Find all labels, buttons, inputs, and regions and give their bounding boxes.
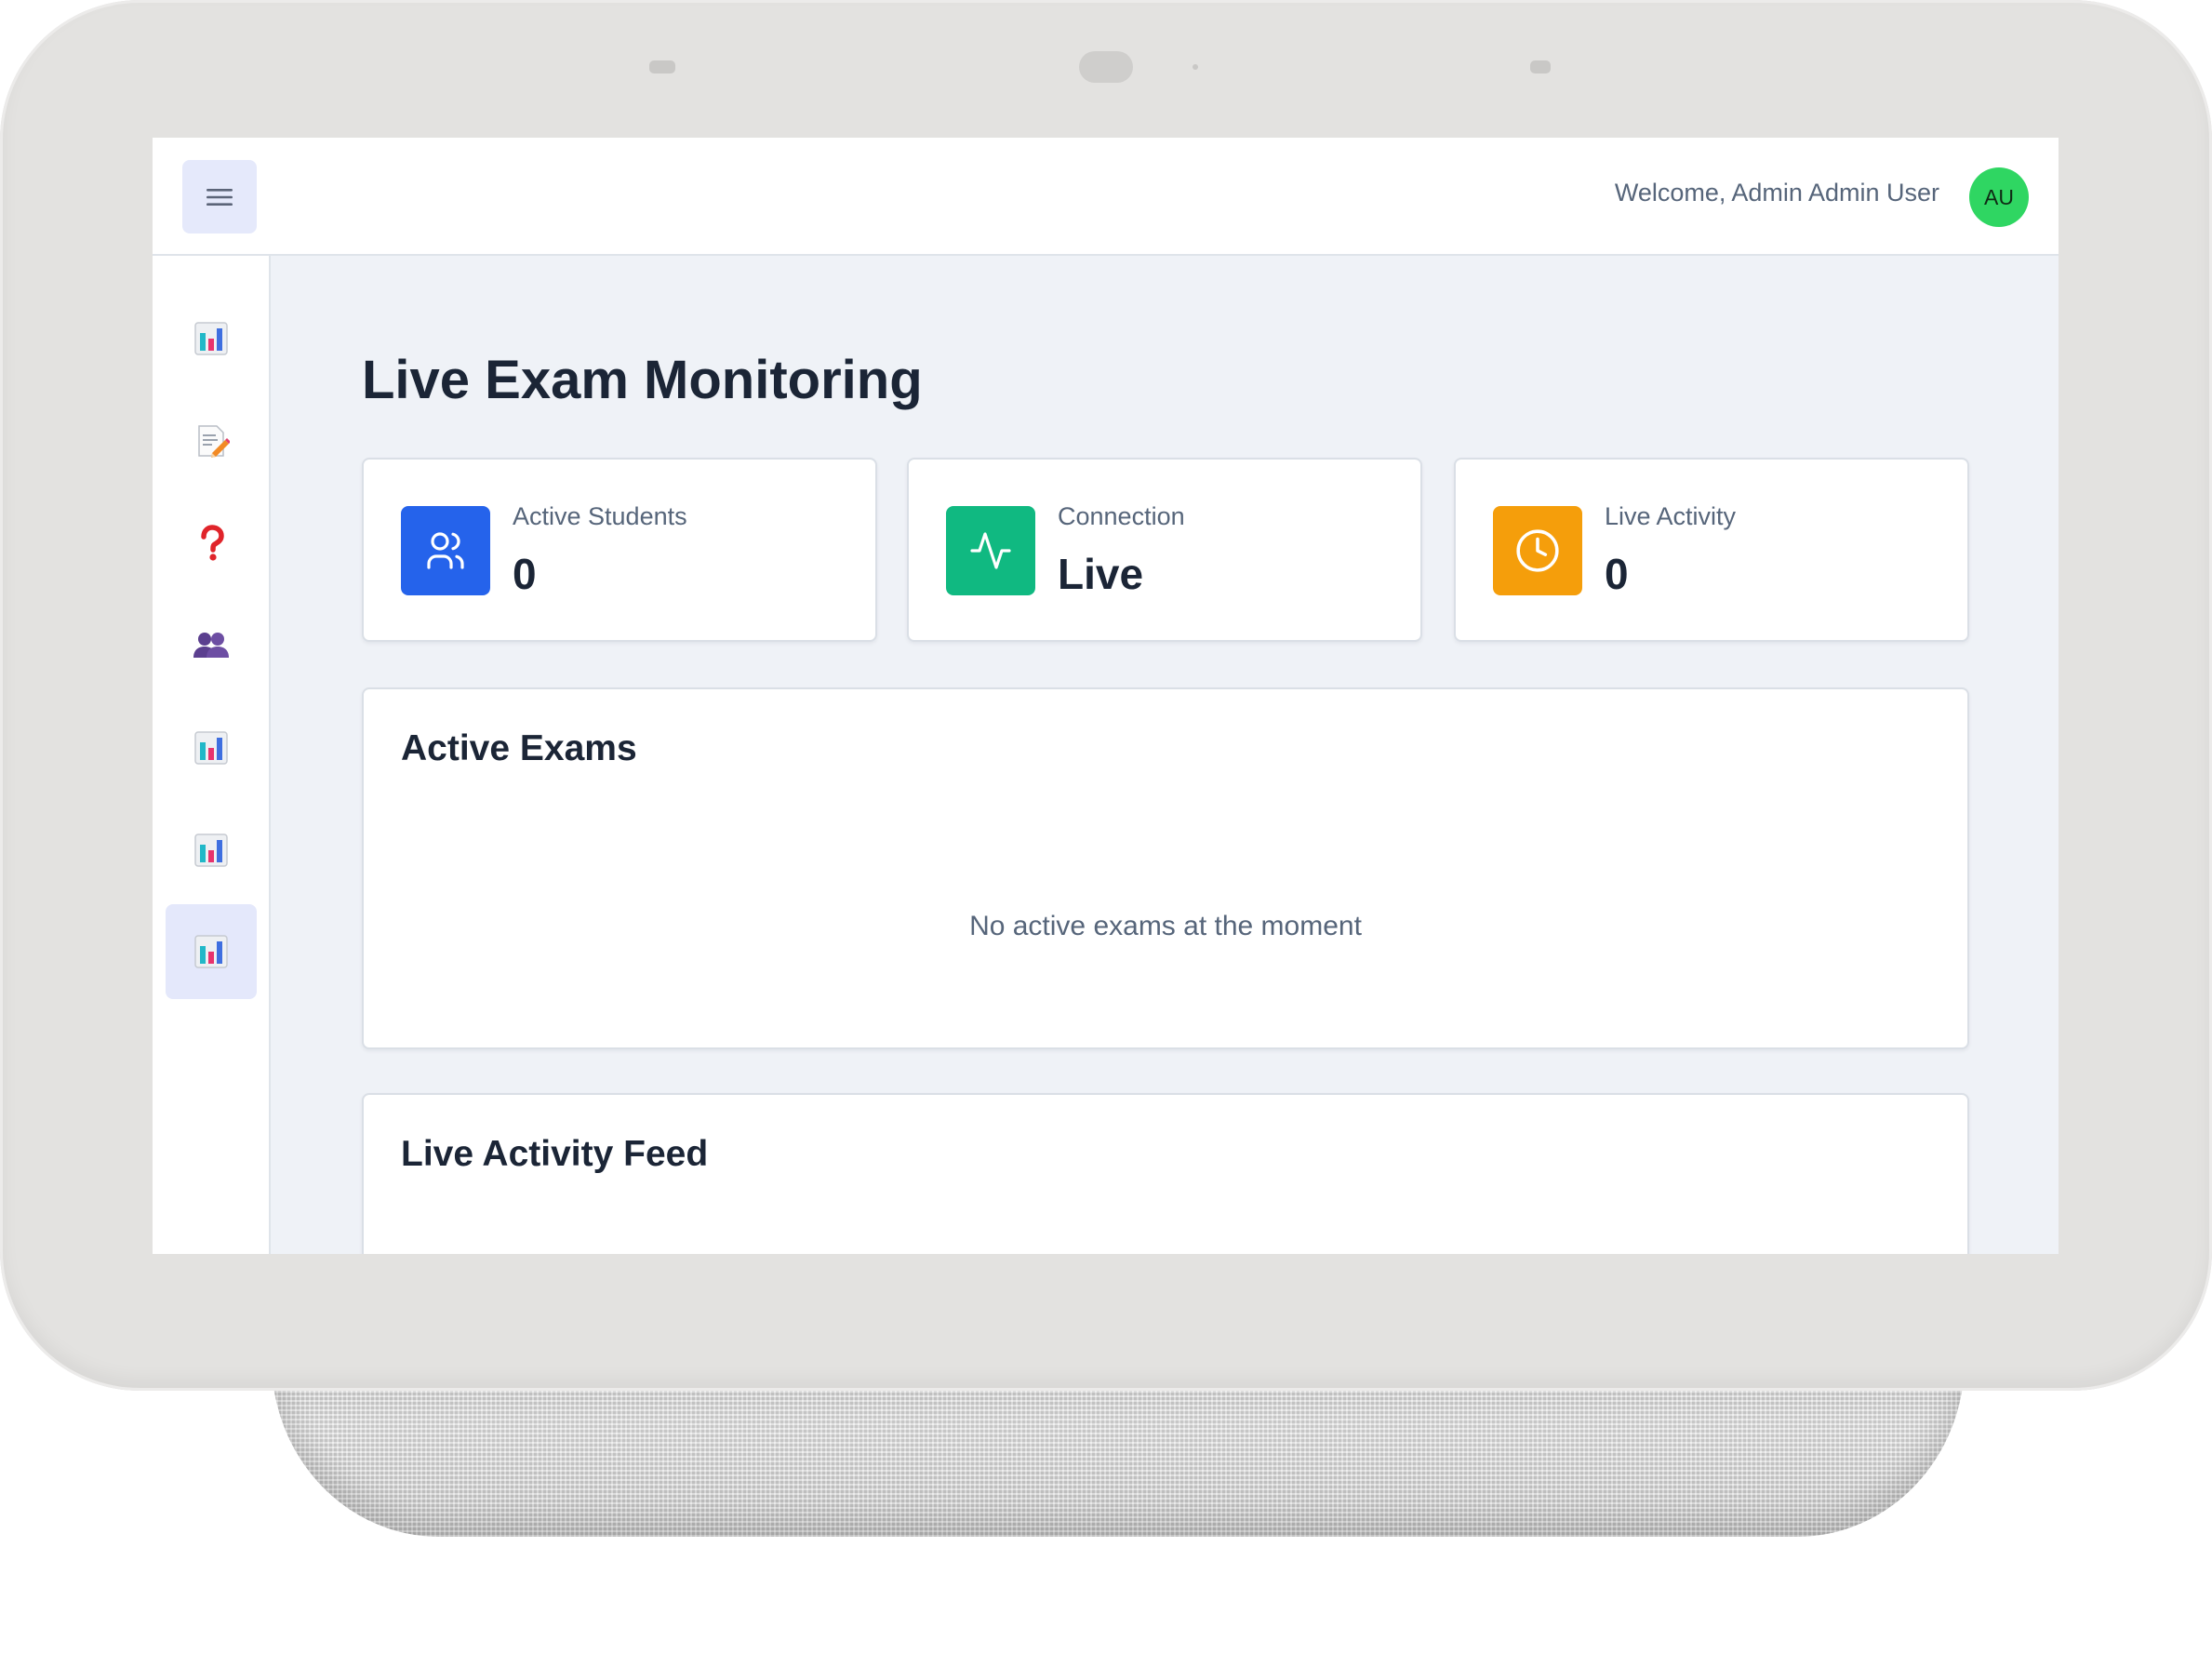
stat-card-connection: Connection Live bbox=[907, 458, 1422, 642]
sidebar-item-dashboard[interactable] bbox=[166, 291, 257, 386]
users-icon bbox=[427, 532, 464, 569]
sidebar-item-live-monitoring[interactable] bbox=[166, 904, 257, 999]
live-activity-feed-panel: Live Activity Feed bbox=[362, 1093, 1969, 1254]
sidebar-item-exams[interactable] bbox=[166, 393, 257, 488]
users-icon bbox=[193, 633, 229, 658]
ambient-sensor bbox=[649, 60, 675, 73]
sidebar-item-analytics[interactable] bbox=[166, 803, 257, 898]
sidebar-item-reports[interactable] bbox=[166, 700, 257, 795]
bar-chart-icon bbox=[194, 834, 228, 867]
device-bezel: Welcome, Admin Admin User AU Live Exam M… bbox=[0, 0, 2212, 1391]
question-mark-icon bbox=[201, 525, 224, 561]
active-exams-panel: Active Exams No active exams at the mome… bbox=[362, 687, 1969, 1049]
bar-chart-icon bbox=[194, 322, 228, 355]
hamburger-icon bbox=[207, 188, 233, 206]
stat-card-live-activity: Live Activity 0 bbox=[1454, 458, 1969, 642]
avatar[interactable]: AU bbox=[1969, 167, 2029, 227]
stat-label: Active Students bbox=[513, 502, 687, 530]
panel-title: Active Exams bbox=[401, 728, 637, 768]
stat-icon-box bbox=[401, 506, 490, 595]
stat-card-active-students: Active Students 0 bbox=[362, 458, 877, 642]
stat-icon-box bbox=[1493, 506, 1582, 595]
clock-icon bbox=[1516, 529, 1559, 572]
stat-value: 0 bbox=[513, 550, 537, 598]
page-title: Live Exam Monitoring bbox=[362, 350, 923, 410]
device-screen: Welcome, Admin Admin User AU Live Exam M… bbox=[153, 138, 2059, 1254]
main-content: Live Exam Monitoring Active Students 0 C… bbox=[271, 256, 2059, 1254]
light-sensor bbox=[1530, 60, 1551, 73]
activity-icon bbox=[970, 532, 1011, 569]
panel-title: Live Activity Feed bbox=[401, 1134, 709, 1174]
memo-pencil-icon bbox=[198, 425, 230, 458]
stat-label: Live Activity bbox=[1605, 502, 1737, 530]
top-bar: Welcome, Admin Admin User AU bbox=[153, 138, 2059, 256]
indicator-light bbox=[1193, 64, 1198, 70]
stat-label: Connection bbox=[1058, 502, 1185, 530]
bar-chart-icon bbox=[194, 935, 228, 968]
stat-value: Live bbox=[1058, 550, 1144, 598]
camera-sensor bbox=[1079, 51, 1133, 83]
sidebar-item-users[interactable] bbox=[166, 598, 257, 693]
sidebar-item-questions[interactable] bbox=[166, 496, 257, 591]
empty-state-message: No active exams at the moment bbox=[969, 911, 1362, 941]
welcome-text: Welcome, Admin Admin User bbox=[1614, 179, 1939, 207]
bar-chart-icon bbox=[194, 731, 228, 765]
sidebar bbox=[153, 256, 271, 1254]
stat-value: 0 bbox=[1605, 550, 1629, 598]
menu-toggle-button[interactable] bbox=[182, 160, 257, 233]
stat-icon-box bbox=[946, 506, 1035, 595]
